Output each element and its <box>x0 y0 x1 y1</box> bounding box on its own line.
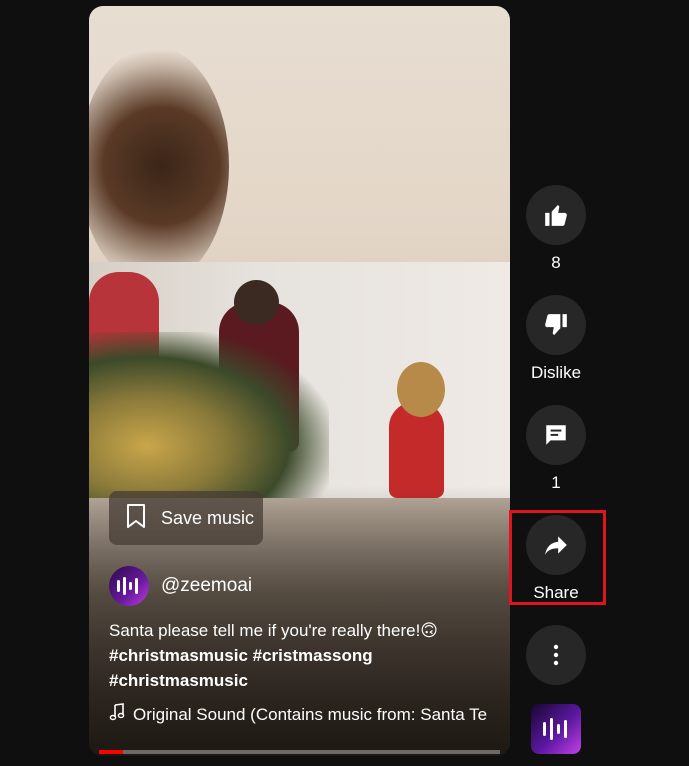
sound-link[interactable]: Original Sound (Contains music from: San… <box>109 703 489 726</box>
save-music-button[interactable]: Save music <box>109 491 263 545</box>
dislike-label: Dislike <box>530 363 582 382</box>
waveform-logo-icon <box>117 577 138 595</box>
more-options-button[interactable] <box>526 625 586 685</box>
music-note-icon <box>109 703 125 726</box>
progress-bar[interactable] <box>99 750 500 754</box>
comment-action: 1 <box>515 405 597 493</box>
comment-button[interactable] <box>526 405 586 465</box>
hashtag-line[interactable]: #christmasmusic #cristmassong <box>109 643 499 668</box>
bookmark-icon <box>125 503 147 534</box>
scene-figure <box>397 362 445 417</box>
video-description: Santa please tell me if you're really th… <box>109 618 499 693</box>
thumb-up-icon <box>545 205 567 226</box>
thumb-down-icon <box>545 314 567 335</box>
waveform-logo-icon <box>543 718 567 740</box>
channel-handle[interactable]: @zeemoai <box>161 575 252 597</box>
comment-count: 1 <box>551 473 561 492</box>
channel-info[interactable]: @zeemoai <box>109 566 252 606</box>
share-highlight-box <box>509 510 606 605</box>
progress-fill <box>99 750 124 754</box>
video-frame <box>89 262 510 498</box>
sound-thumbnail[interactable] <box>531 704 581 754</box>
video-player[interactable]: Save music @zeemoai Santa please tell me… <box>89 6 510 756</box>
like-button[interactable] <box>526 185 586 245</box>
dislike-action: Dislike <box>515 295 597 383</box>
comment-icon <box>546 425 566 445</box>
more-vert-icon <box>553 644 559 666</box>
like-action: 8 <box>515 185 597 273</box>
dislike-button[interactable] <box>526 295 586 355</box>
blurred-foreground <box>89 46 229 286</box>
sound-label: Original Sound (Contains music from: San… <box>133 704 488 724</box>
scene-figure <box>234 280 279 325</box>
more-action <box>515 625 597 685</box>
description-text: Santa please tell me if you're really th… <box>109 621 439 640</box>
avatar[interactable] <box>109 566 149 606</box>
like-count: 8 <box>551 253 561 272</box>
scene-tree <box>89 332 329 498</box>
save-music-label: Save music <box>161 507 255 528</box>
hashtag-line[interactable]: #christmasmusic <box>109 668 499 693</box>
